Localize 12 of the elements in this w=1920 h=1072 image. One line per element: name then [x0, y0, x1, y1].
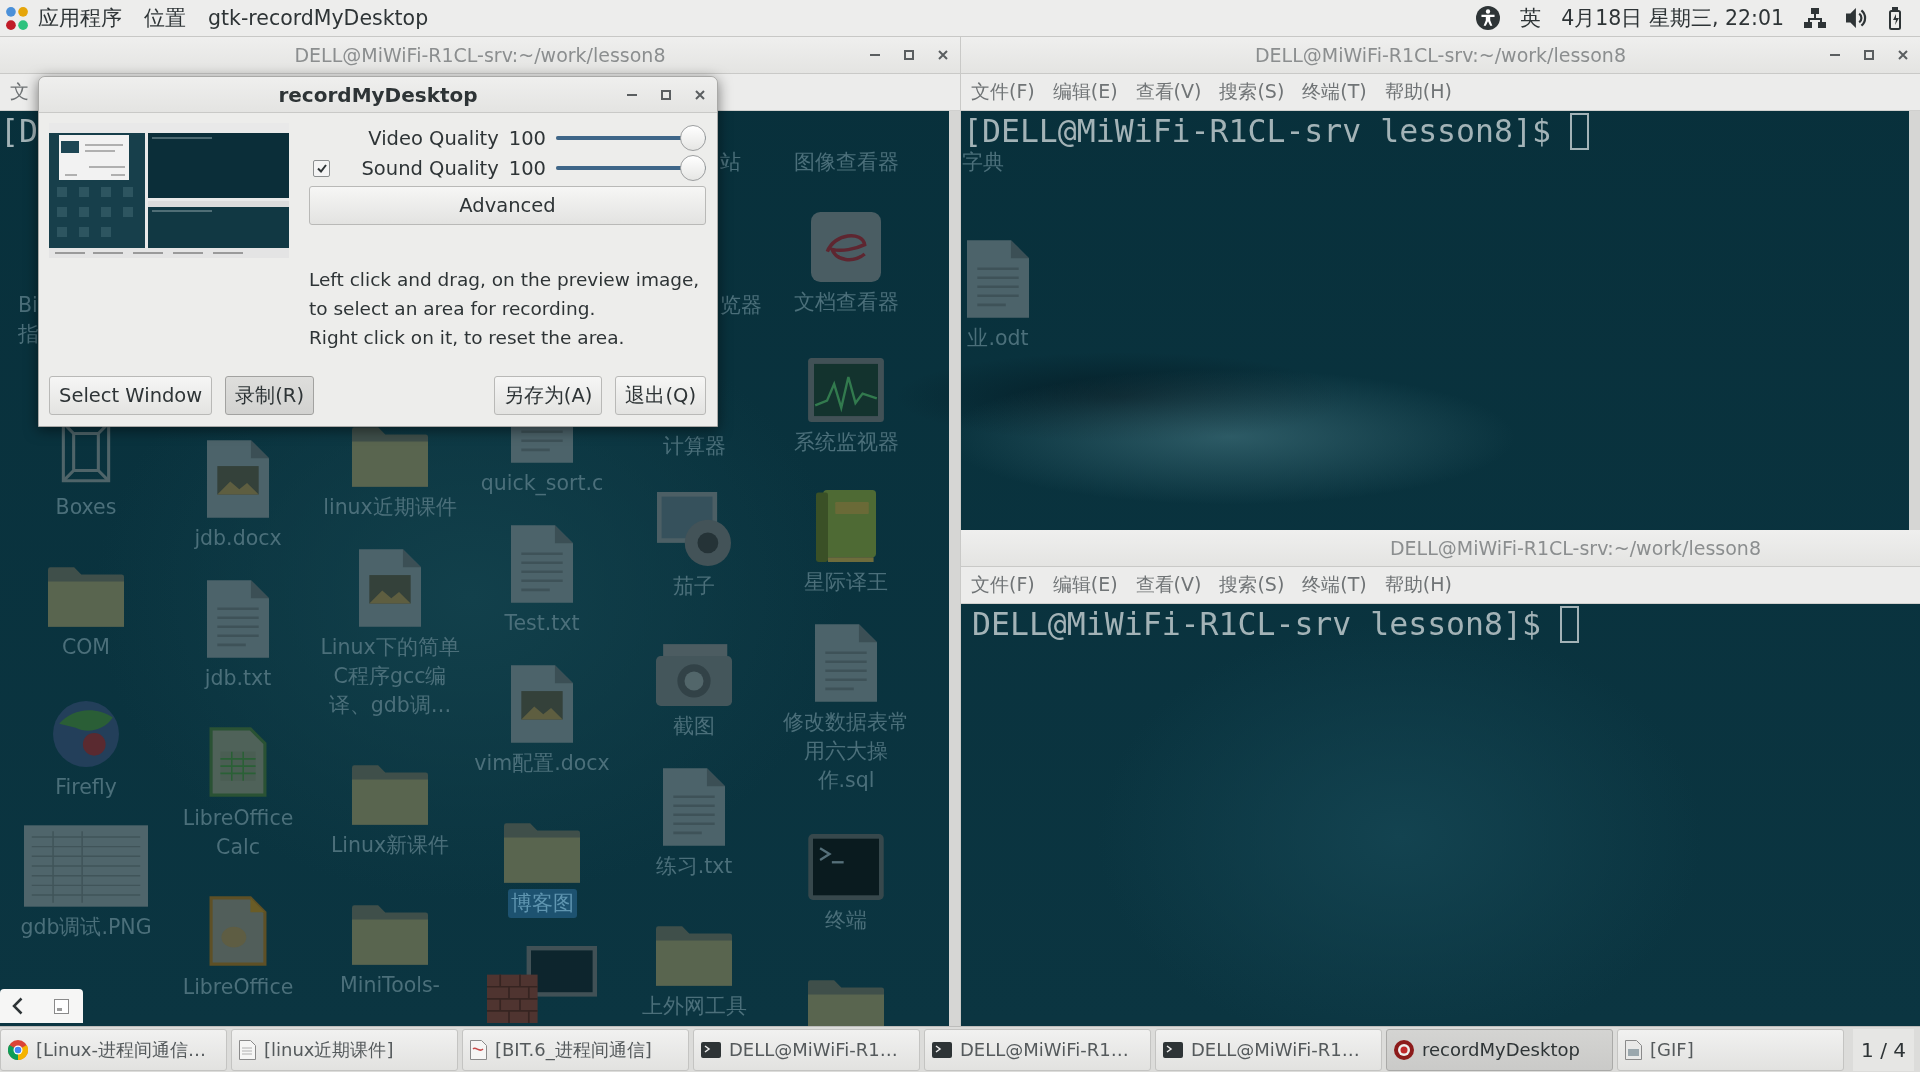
window-title: DELL@MiWiFi-R1CL-srv:~/work/lesson8: [1254, 44, 1627, 66]
instructions-text: Left click and drag, on the preview image, to select an area for recording. Right click on it, to reset the area.: [309, 268, 701, 350]
terminal-line: [DELL@MiWiFi-R1CL-srv lesson8]$: [963, 112, 1551, 151]
setting-label: Sound Quality: [360, 156, 499, 180]
setting-label: Video Quality: [367, 126, 499, 150]
window-title: DELL@MiWiFi-R1CL-srv:~/work/lesson8: [293, 44, 667, 66]
window-title: DELL@MiWiFi-R1CL-srv:~/work/lesson8: [1389, 537, 1762, 559]
setting-value: 100: [508, 156, 546, 180]
terminal-line: [D: [0, 112, 38, 151]
setting-value: 100: [508, 126, 546, 150]
terminal-line: DELL@MiWiFi-R1CL-srv lesson8]$: [972, 605, 1541, 644]
window-title: recordMyDesktop: [277, 82, 479, 107]
